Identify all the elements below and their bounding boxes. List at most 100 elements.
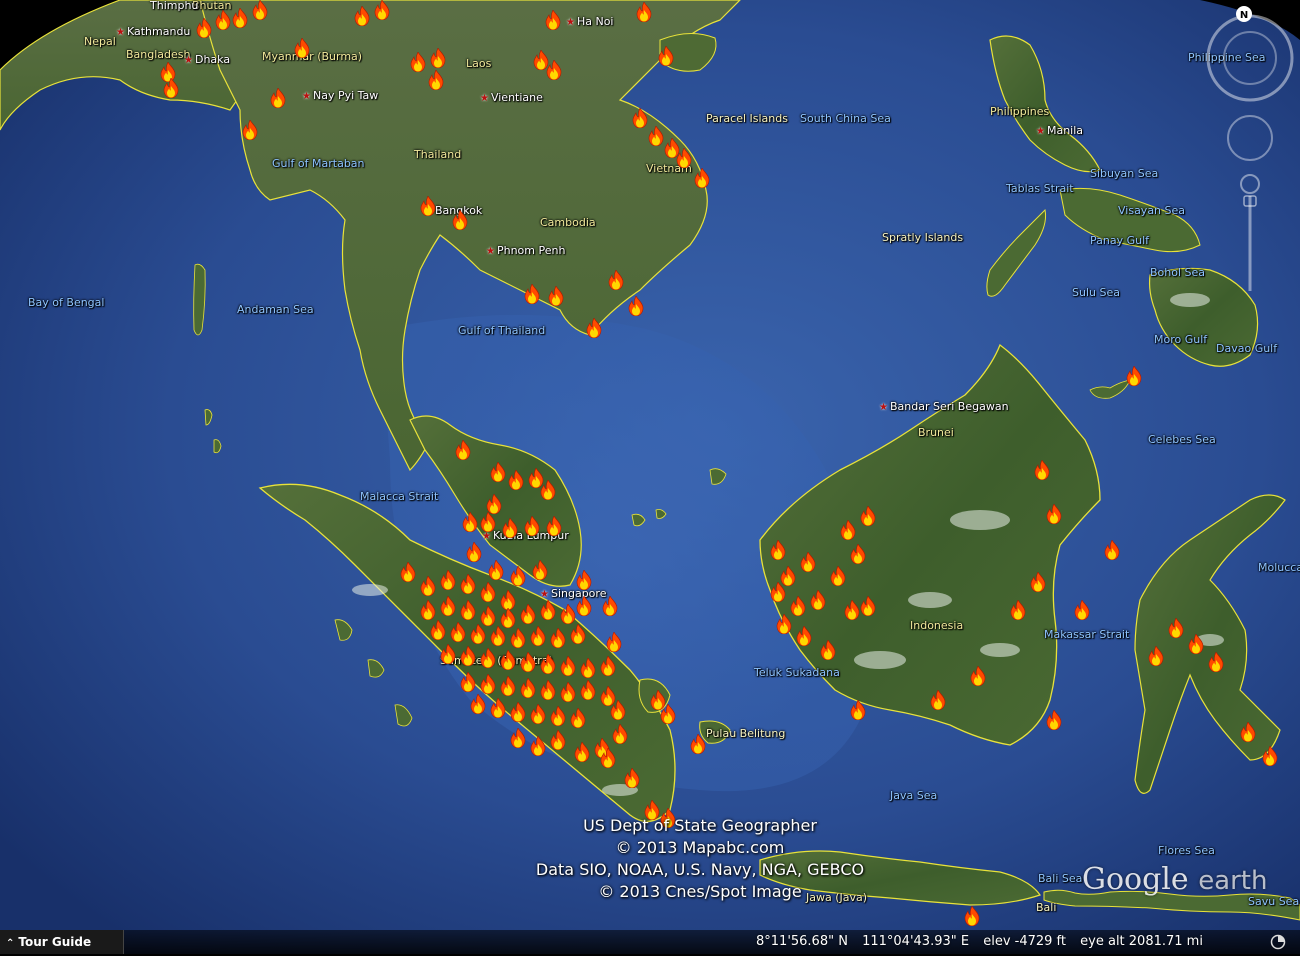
fire-icon[interactable] — [428, 70, 444, 90]
fire-icon[interactable] — [694, 168, 710, 188]
fire-icon[interactable] — [508, 470, 524, 490]
fire-icon[interactable] — [964, 906, 980, 926]
fire-icon[interactable] — [580, 658, 596, 678]
map-viewport[interactable]: Nepal Bhutan Bangladesh Myanmar (Burma) Laos… — [0, 0, 1300, 954]
fire-icon[interactable] — [520, 678, 536, 698]
city-label[interactable]: ★ Vientiane — [480, 92, 543, 105]
fire-icon[interactable] — [252, 0, 268, 20]
fire-icon[interactable] — [510, 702, 526, 722]
fire-icon[interactable] — [1188, 634, 1204, 654]
fire-icon[interactable] — [1262, 746, 1278, 766]
fire-icon[interactable] — [1046, 504, 1062, 524]
fire-icon[interactable] — [560, 604, 576, 624]
country-label[interactable]: Nepal — [84, 36, 116, 48]
fire-icon[interactable] — [460, 574, 476, 594]
fire-icon[interactable] — [450, 622, 466, 642]
fire-icon[interactable] — [600, 656, 616, 676]
fire-icon[interactable] — [520, 604, 536, 624]
island-label[interactable]: Bali — [1036, 902, 1056, 914]
fire-icon[interactable] — [770, 540, 786, 560]
fire-icon[interactable] — [460, 646, 476, 666]
fire-icon[interactable] — [576, 570, 592, 590]
look-joystick[interactable] — [1227, 115, 1273, 161]
city-label[interactable]: ★ Dhaka — [184, 54, 230, 67]
fire-icon[interactable] — [510, 566, 526, 586]
water-body-label[interactable]: Bay of Bengal — [28, 297, 104, 309]
fire-icon[interactable] — [470, 624, 486, 644]
fire-icon[interactable] — [440, 570, 456, 590]
water-body-label[interactable]: Visayan Sea — [1118, 205, 1185, 217]
fire-icon[interactable] — [602, 596, 618, 616]
fire-icon[interactable] — [490, 626, 506, 646]
water-body-label[interactable]: Gulf of Thailand — [458, 325, 545, 337]
fire-icon[interactable] — [460, 600, 476, 620]
fire-icon[interactable] — [600, 748, 616, 768]
fire-icon[interactable] — [232, 8, 248, 28]
fire-icon[interactable] — [624, 768, 640, 788]
fire-icon[interactable] — [480, 582, 496, 602]
city-label[interactable]: ★ Bandar Seri Begawan — [879, 401, 1009, 414]
water-body-label[interactable]: Tablas Strait — [1006, 183, 1074, 195]
fire-icon[interactable] — [800, 552, 816, 572]
city-label[interactable]: ★ Phnom Penh — [486, 245, 565, 258]
water-body-label[interactable]: Panay Gulf — [1090, 235, 1149, 247]
fire-icon[interactable] — [500, 608, 516, 628]
water-body-label[interactable]: Sulu Sea — [1072, 287, 1120, 299]
city-label[interactable]: ★ Ha Noi — [566, 16, 614, 29]
fire-icon[interactable] — [440, 596, 456, 616]
fire-icon[interactable] — [850, 700, 866, 720]
water-body-label[interactable]: Flores Sea — [1158, 845, 1215, 857]
country-label[interactable]: Bangladesh — [126, 49, 191, 61]
fire-icon[interactable] — [430, 620, 446, 640]
fire-icon[interactable] — [480, 674, 496, 694]
fire-icon[interactable] — [374, 0, 390, 20]
fire-icon[interactable] — [560, 682, 576, 702]
fire-icon[interactable] — [546, 60, 562, 80]
fire-icon[interactable] — [163, 78, 179, 98]
fire-icon[interactable] — [840, 520, 856, 540]
fire-icon[interactable] — [1010, 600, 1026, 620]
fire-icon[interactable] — [574, 742, 590, 762]
fire-icon[interactable] — [550, 706, 566, 726]
country-label[interactable]: Laos — [466, 58, 491, 70]
fire-icon[interactable] — [548, 286, 564, 306]
fire-icon[interactable] — [500, 650, 516, 670]
island-label[interactable]: Paracel Islands — [706, 113, 788, 125]
fire-icon[interactable] — [500, 676, 516, 696]
fire-icon[interactable] — [1046, 710, 1062, 730]
fire-icon[interactable] — [480, 648, 496, 668]
water-body-label[interactable]: South China Sea — [800, 113, 891, 125]
fire-icon[interactable] — [510, 728, 526, 748]
zoom-slider[interactable] — [1240, 174, 1260, 291]
water-body-label[interactable]: Bali Sea — [1038, 873, 1082, 885]
fire-icon[interactable] — [530, 736, 546, 756]
fire-icon[interactable] — [1074, 600, 1090, 620]
fire-icon[interactable] — [488, 560, 504, 580]
fire-icon[interactable] — [400, 562, 416, 582]
fire-icon[interactable] — [545, 10, 561, 30]
fire-icon[interactable] — [490, 462, 506, 482]
fire-icon[interactable] — [1208, 652, 1224, 672]
fire-icon[interactable] — [632, 108, 648, 128]
fire-icon[interactable] — [242, 120, 258, 140]
fire-icon[interactable] — [524, 284, 540, 304]
fire-icon[interactable] — [1104, 540, 1120, 560]
water-body-label[interactable]: Teluk Sukadana — [754, 667, 840, 679]
water-body-label[interactable]: Malacca Strait — [360, 491, 438, 503]
navigation-controls[interactable]: N — [1200, 6, 1300, 306]
fire-icon[interactable] — [1030, 572, 1046, 592]
water-body-label[interactable]: Andaman Sea — [237, 304, 314, 316]
fire-icon[interactable] — [354, 6, 370, 26]
city-label[interactable]: ★ Kathmandu — [116, 26, 190, 39]
water-body-label[interactable]: Moro Gulf — [1154, 334, 1207, 346]
fire-icon[interactable] — [462, 512, 478, 532]
fire-icon[interactable] — [830, 566, 846, 586]
fire-icon[interactable] — [570, 624, 586, 644]
fire-icon[interactable] — [215, 10, 231, 30]
fire-icon[interactable] — [580, 680, 596, 700]
fire-icon[interactable] — [270, 88, 286, 108]
fire-icon[interactable] — [420, 600, 436, 620]
fire-icon[interactable] — [540, 480, 556, 500]
fire-icon[interactable] — [466, 542, 482, 562]
fire-icon[interactable] — [196, 18, 212, 38]
